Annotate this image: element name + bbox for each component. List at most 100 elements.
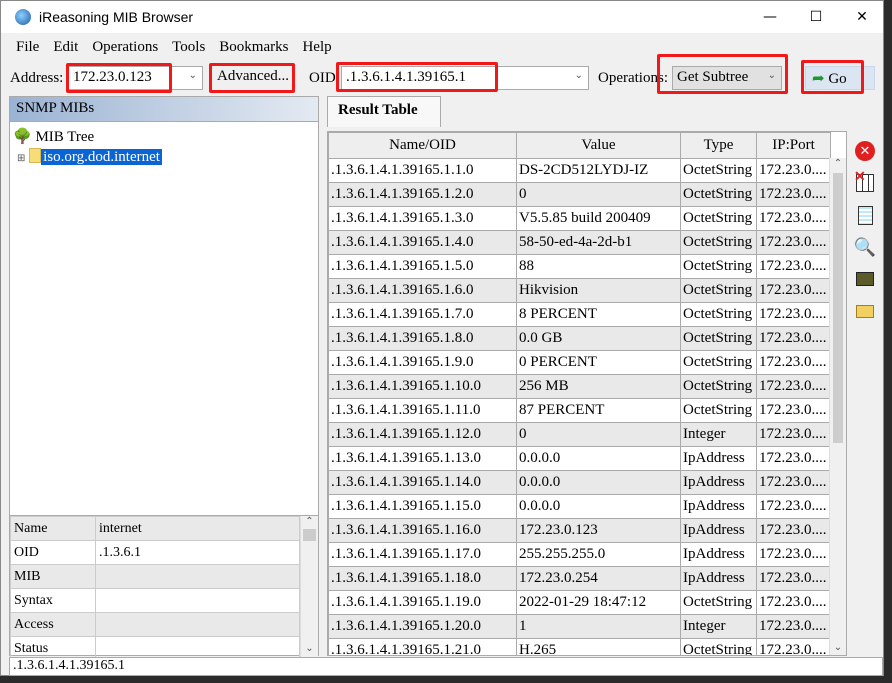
table-row[interactable]: .1.3.6.1.4.1.39165.1.11.0 87 PERCENT Octet…: [328, 398, 831, 423]
cell-value: 0.0.0.0: [516, 446, 681, 471]
mib-tree[interactable]: 🌳 MIB Tree ⊞ iso.org.dod.internet: [10, 124, 318, 508]
oid-label: OID:: [309, 70, 340, 86]
cell-type: OctetString: [680, 230, 757, 255]
table-row[interactable]: .1.3.6.1.4.1.39165.1.18.0 172.23.0.254 IpA…: [328, 566, 831, 591]
tab-result-table[interactable]: Result Table: [327, 96, 441, 127]
advanced-button[interactable]: Advanced...: [211, 66, 296, 90]
chevron-down-icon[interactable]: ⌄: [575, 70, 583, 81]
close-button[interactable]: ✕: [839, 1, 885, 33]
snmp-mibs-panel: SNMP MIBs 🌳 MIB Tree ⊞ iso.org.dod.inter…: [9, 96, 319, 657]
cell-value: 256 MB: [516, 374, 681, 399]
cell-value: 87 PERCENT: [516, 398, 681, 423]
cell-name-oid: .1.3.6.1.4.1.39165.1.19.0: [328, 590, 517, 615]
address-combobox[interactable]: 172.23.0.123 ⌄: [68, 66, 203, 90]
result-scrollbar[interactable]: ⌃ ⌄: [829, 158, 846, 655]
export-icon[interactable]: [849, 263, 881, 295]
open-folder-icon[interactable]: [849, 295, 881, 327]
cell-ip-port: 172.23.0....: [756, 398, 831, 423]
table-row[interactable]: .1.3.6.1.4.1.39165.1.8.0 0.0 GB OctetStrin…: [328, 326, 831, 351]
menu-tools[interactable]: Tools: [165, 39, 212, 56]
cell-ip-port: 172.23.0....: [756, 302, 831, 327]
table-row[interactable]: .1.3.6.1.4.1.39165.1.20.0 1 Integer 172.23.…: [328, 614, 831, 639]
property-value: [95, 564, 300, 589]
cell-ip-port: 172.23.0....: [756, 182, 831, 207]
table-row[interactable]: .1.3.6.1.4.1.39165.1.6.0 Hikvision OctetSt…: [328, 278, 831, 303]
menu-operations[interactable]: Operations: [85, 39, 165, 56]
properties-scrollbar[interactable]: ⌃ ⌄: [300, 516, 318, 657]
cell-ip-port: 172.23.0....: [756, 350, 831, 375]
cell-type: IpAddress: [680, 494, 757, 519]
property-row: Access: [10, 612, 300, 637]
cell-type: OctetString: [680, 326, 757, 351]
table-row[interactable]: .1.3.6.1.4.1.39165.1.3.0 V5.5.85 build 20…: [328, 206, 831, 231]
clear-table-icon[interactable]: ✕: [849, 167, 881, 199]
panel-header: SNMP MIBs: [10, 97, 318, 122]
title-bar: iReasoning MIB Browser — ☐ ✕: [1, 1, 883, 33]
column-header-type[interactable]: Type: [680, 132, 757, 159]
cell-value: 172.23.0.254: [516, 566, 681, 591]
table-row[interactable]: .1.3.6.1.4.1.39165.1.16.0 172.23.0.123 IpA…: [328, 518, 831, 543]
table-row[interactable]: .1.3.6.1.4.1.39165.1.9.0 0 PERCENT OctetSt…: [328, 350, 831, 375]
column-header-name-oid[interactable]: Name/OID: [328, 132, 517, 159]
cell-value: 0.0.0.0: [516, 494, 681, 519]
cell-ip-port: 172.23.0....: [756, 518, 831, 543]
property-row: MIB: [10, 564, 300, 589]
tree-root[interactable]: MIB Tree: [35, 129, 94, 145]
menu-edit[interactable]: Edit: [46, 39, 85, 56]
column-header-ip-port[interactable]: IP:Port: [756, 132, 831, 159]
table-row[interactable]: .1.3.6.1.4.1.39165.1.12.0 0 Integer 172.23.…: [328, 422, 831, 447]
cell-name-oid: .1.3.6.1.4.1.39165.1.6.0: [328, 278, 517, 303]
folder-icon: [29, 148, 42, 163]
menu-file[interactable]: File: [9, 39, 46, 56]
cell-ip-port: 172.23.0....: [756, 614, 831, 639]
stop-icon[interactable]: ✕: [849, 135, 881, 167]
operations-value: Get Subtree: [677, 69, 749, 85]
table-row[interactable]: .1.3.6.1.4.1.39165.1.19.0 2022-01-29 18:4…: [328, 590, 831, 615]
column-header-value[interactable]: Value: [516, 132, 681, 159]
operations-select[interactable]: Get Subtree ⌄: [672, 66, 782, 90]
minimize-button[interactable]: —: [747, 1, 793, 33]
property-value: [95, 588, 300, 613]
find-icon[interactable]: 🔍: [849, 231, 881, 263]
property-name: Name: [10, 516, 96, 541]
table-row[interactable]: .1.3.6.1.4.1.39165.1.10.0 256 MB OctetStri…: [328, 374, 831, 399]
cell-value: 0.0 GB: [516, 326, 681, 351]
chevron-down-icon[interactable]: ⌄: [189, 70, 197, 81]
menu-help[interactable]: Help: [295, 39, 338, 56]
go-button[interactable]: ➦ Go: [805, 66, 875, 90]
cell-name-oid: .1.3.6.1.4.1.39165.1.14.0: [328, 470, 517, 495]
cell-ip-port: 172.23.0....: [756, 470, 831, 495]
cell-ip-port: 172.23.0....: [756, 590, 831, 615]
cell-value: 0: [516, 422, 681, 447]
property-name: Access: [10, 612, 96, 637]
cell-ip-port: 172.23.0....: [756, 638, 831, 655]
oid-combobox[interactable]: .1.3.6.1.4.1.39165.1 ⌄: [341, 66, 589, 90]
cell-name-oid: .1.3.6.1.4.1.39165.1.5.0: [328, 254, 517, 279]
table-row[interactable]: .1.3.6.1.4.1.39165.1.5.0 88 OctetString 172…: [328, 254, 831, 279]
expand-icon[interactable]: ⊞: [17, 153, 25, 164]
maximize-button[interactable]: ☐: [793, 1, 839, 33]
table-row[interactable]: .1.3.6.1.4.1.39165.1.15.0 0.0.0.0 IpAddres…: [328, 494, 831, 519]
cell-value: 8 PERCENT: [516, 302, 681, 327]
menu-bookmarks[interactable]: Bookmarks: [212, 39, 295, 56]
address-label: Address:: [10, 70, 64, 86]
table-row[interactable]: .1.3.6.1.4.1.39165.1.14.0 0.0.0.0 IpAddres…: [328, 470, 831, 495]
table-row[interactable]: .1.3.6.1.4.1.39165.1.1.0 DS-2CD512LYDJ-IZ…: [328, 158, 831, 183]
cell-type: OctetString: [680, 254, 757, 279]
cell-name-oid: .1.3.6.1.4.1.39165.1.9.0: [328, 350, 517, 375]
cell-name-oid: .1.3.6.1.4.1.39165.1.10.0: [328, 374, 517, 399]
cell-name-oid: .1.3.6.1.4.1.39165.1.18.0: [328, 566, 517, 591]
table-row[interactable]: .1.3.6.1.4.1.39165.1.21.0 H.265 OctetStrin…: [328, 638, 831, 655]
cell-ip-port: 172.23.0....: [756, 446, 831, 471]
cell-name-oid: .1.3.6.1.4.1.39165.1.2.0: [328, 182, 517, 207]
document-icon[interactable]: [849, 199, 881, 231]
table-row[interactable]: .1.3.6.1.4.1.39165.1.2.0 0 OctetString 172.…: [328, 182, 831, 207]
table-row[interactable]: .1.3.6.1.4.1.39165.1.4.0 58-50-ed-4a-2d-b…: [328, 230, 831, 255]
tree-node-internet[interactable]: iso.org.dod.internet: [41, 149, 162, 165]
table-row[interactable]: .1.3.6.1.4.1.39165.1.13.0 0.0.0.0 IpAddres…: [328, 446, 831, 471]
table-row[interactable]: .1.3.6.1.4.1.39165.1.17.0 255.255.255.0 Ip…: [328, 542, 831, 567]
property-row: Name internet: [10, 516, 300, 541]
go-label: Go: [828, 71, 847, 87]
table-row[interactable]: .1.3.6.1.4.1.39165.1.7.0 8 PERCENT OctetSt…: [328, 302, 831, 327]
property-row: Status: [10, 636, 300, 657]
